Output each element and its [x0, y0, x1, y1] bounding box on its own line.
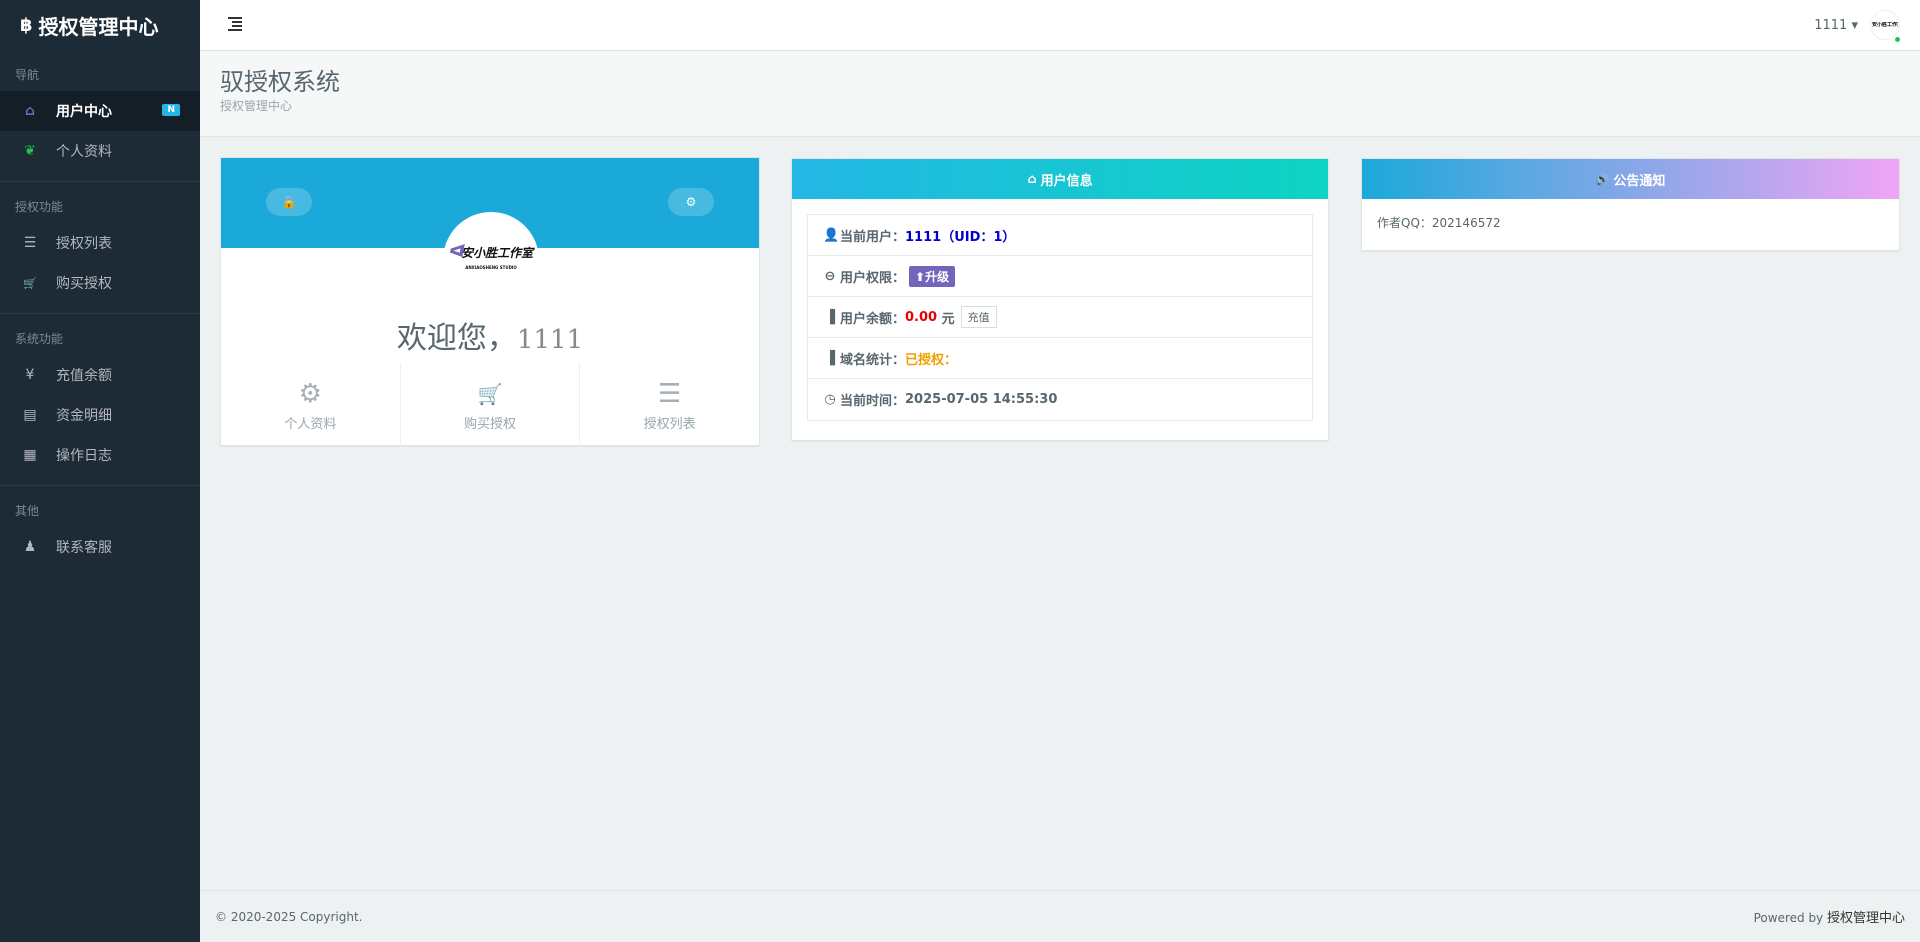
- lock-button[interactable]: 🔒: [266, 188, 312, 216]
- upgrade-button[interactable]: ⬆升级: [909, 265, 956, 287]
- avatar: 安小胜工作室: [1870, 10, 1901, 43]
- home-icon: ⌂: [24, 103, 36, 119]
- sidebar-item-buy-license[interactable]: 🛒 购买授权: [0, 263, 200, 303]
- top-header: 1111 ▾ 安小胜工作室: [200, 0, 1920, 51]
- sidebar-item-recharge[interactable]: ¥ 充值余额: [0, 355, 200, 395]
- nav-section-title: 授权功能: [15, 200, 64, 214]
- footer: © 2020-2025 Copyright. Powered by 授权管理中心: [200, 890, 1920, 942]
- sidebar-item-profile[interactable]: ❦ 个人资料: [0, 131, 200, 171]
- info-row-current-user: 👤 当前用户： 1111（UID：1）: [808, 215, 1312, 256]
- sidebar: ฿ 授权管理中心 导航 ⌂ 用户中心 N ❦ 个人资料 授权功能 ☰ 授权列表 …: [0, 0, 200, 942]
- info-row-permission: ⊖ 用户权限： ⬆升级: [808, 256, 1312, 297]
- sidebar-item-contact-support[interactable]: ♟ 联系客服: [0, 527, 200, 567]
- cart-icon: 🛒: [477, 381, 503, 406]
- user-icon: 👤: [823, 227, 840, 243]
- qq-icon: ♟: [23, 539, 37, 555]
- sidebar-item-label: 授权列表: [56, 236, 112, 252]
- user-info-list: 👤 当前用户： 1111（UID：1） ⊖ 用户权限： ⬆升级 ▐ 用户余额： 0.…: [807, 214, 1313, 421]
- page-header: 驭授权系统 授权管理中心: [200, 51, 1920, 137]
- brand-title: 授权管理中心: [38, 14, 159, 39]
- sidebar-item-operation-log[interactable]: ▦ 操作日志: [0, 435, 200, 475]
- nav-section-title: 其他: [15, 504, 40, 518]
- list-icon: ☰: [23, 235, 37, 251]
- quick-buy-button[interactable]: 🛒 购买授权: [401, 363, 581, 447]
- sidebar-item-label: 充值余额: [56, 368, 112, 384]
- minus-circle-icon: ⊖: [824, 268, 836, 284]
- bitcoin-icon: ฿: [20, 14, 33, 36]
- nav-section-title: 系统功能: [15, 332, 64, 346]
- quick-actions: ⚙ 个人资料 🛒 购买授权 ☰ 授权列表: [221, 363, 759, 447]
- gear-icon: ⚙: [298, 378, 322, 409]
- powered-by-link[interactable]: 授权管理中心: [1827, 911, 1905, 926]
- info-row-domain: ▐ 域名统计： 已授权：: [808, 338, 1312, 379]
- notice-body: 作者QQ：202146572: [1377, 216, 1501, 230]
- logo-text: 安小胜工作室: [461, 246, 534, 260]
- bar-chart-icon: ▐: [825, 309, 835, 325]
- info-row-balance: ▐ 用户余额： 0.00 元 充值: [808, 297, 1312, 338]
- sidebar-item-label: 用户中心: [56, 104, 112, 120]
- sidebar-item-user-center[interactable]: ⌂ 用户中心 N: [0, 91, 200, 131]
- header-username: 1111 ▾: [1814, 17, 1858, 33]
- leaf-icon: ❦: [24, 143, 36, 159]
- sidebar-item-label: 购买授权: [56, 276, 112, 292]
- page-title: 驭授权系统: [220, 68, 340, 96]
- menu-toggle-icon[interactable]: [228, 17, 242, 31]
- page-subtitle: 授权管理中心: [220, 99, 293, 113]
- user-info-card: ⌂ 用户信息 👤 当前用户： 1111（UID：1） ⊖ 用户权限： ⬆升级 ▐ …: [791, 158, 1329, 441]
- gear-icon: ⚙: [685, 195, 697, 209]
- user-info-header: ⌂ 用户信息: [792, 159, 1328, 199]
- sidebar-item-label: 资金明细: [56, 408, 112, 424]
- logo-subtext: ANXIAOSHENG STUDIO: [465, 265, 517, 270]
- sidebar-item-label: 个人资料: [56, 144, 112, 160]
- copyright: © 2020-2025 Copyright.: [215, 909, 363, 924]
- yen-icon: ¥: [25, 367, 35, 383]
- profile-card: 🔒 ⚙ ᐊ安小胜工作室 ANXIAOSHENG STUDIO 欢迎您，1111 …: [220, 157, 760, 447]
- profile-avatar: ᐊ安小胜工作室 ANXIAOSHENG STUDIO: [443, 212, 539, 308]
- brand[interactable]: ฿ 授权管理中心: [0, 0, 200, 50]
- ledger-icon: ▤: [23, 407, 37, 423]
- new-badge: N: [162, 104, 180, 116]
- bar-chart-icon: ▐: [825, 350, 835, 366]
- cart-icon: 🛒: [23, 276, 37, 290]
- user-menu[interactable]: 1111 ▾ 安小胜工作室: [1814, 10, 1901, 43]
- welcome-message: 欢迎您，1111: [396, 321, 584, 356]
- sidebar-item-label: 操作日志: [56, 448, 112, 464]
- online-status-dot: [1894, 36, 1901, 43]
- list-icon: ☰: [658, 378, 682, 409]
- caret-down-icon: ▾: [1851, 17, 1858, 33]
- home-icon: ⌂: [1027, 171, 1037, 187]
- quick-profile-button[interactable]: ⚙ 个人资料: [221, 363, 401, 447]
- arrow-up-icon: ⬆: [915, 269, 926, 284]
- powered-by: Powered by 授权管理中心: [1753, 911, 1905, 926]
- quick-list-button[interactable]: ☰ 授权列表: [580, 363, 759, 447]
- settings-button[interactable]: ⚙: [668, 188, 714, 216]
- info-row-time: ◷ 当前时间： 2025-07-05 14:55:30: [824, 392, 1058, 409]
- lock-icon: 🔒: [281, 195, 297, 209]
- notice-header: 🔊 公告通知: [1362, 159, 1899, 199]
- recharge-button[interactable]: 充值: [960, 306, 997, 328]
- clock-icon: ◷: [824, 392, 836, 407]
- volume-icon: 🔊: [1595, 172, 1610, 186]
- notice-card: 🔊 公告通知 作者QQ：202146572: [1361, 158, 1900, 251]
- calendar-icon: ▦: [23, 447, 37, 463]
- sidebar-item-license-list[interactable]: ☰ 授权列表: [0, 223, 200, 263]
- sidebar-item-fund-details[interactable]: ▤ 资金明细: [0, 395, 200, 435]
- nav-section-title: 导航: [15, 68, 40, 82]
- sidebar-item-label: 联系客服: [56, 540, 112, 556]
